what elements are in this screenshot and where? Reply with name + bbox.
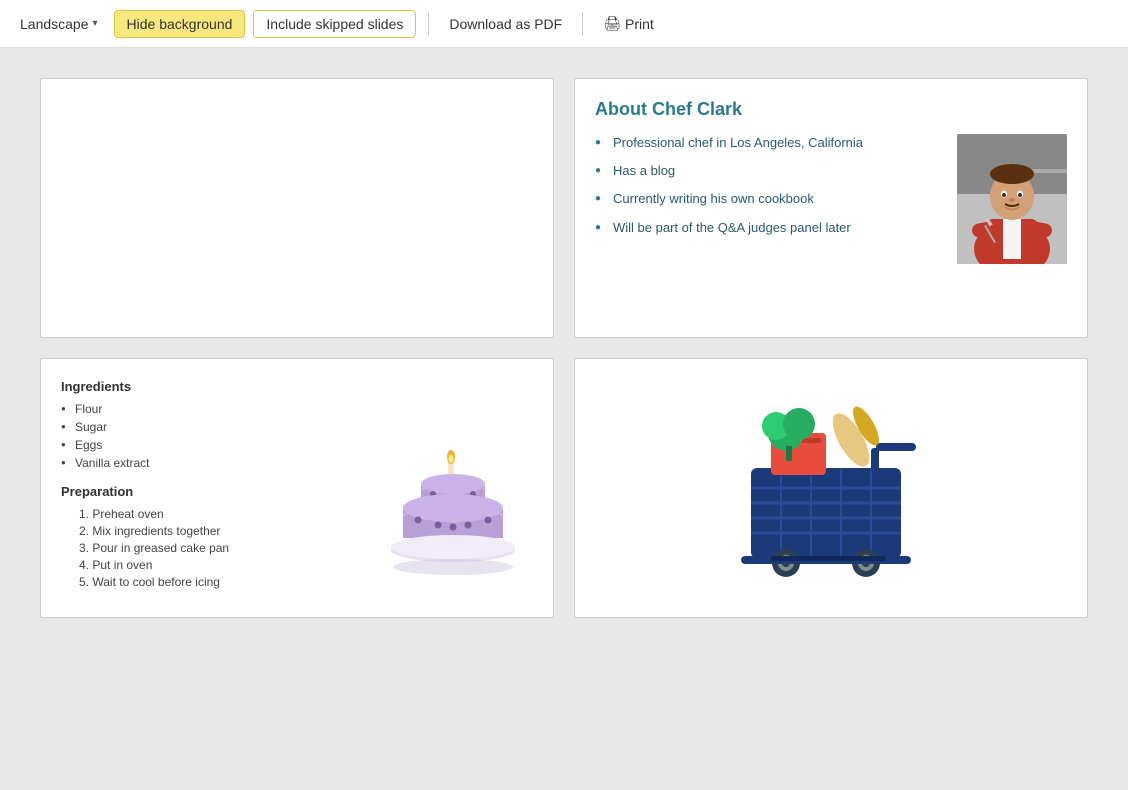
print-label: Print <box>625 16 654 32</box>
slide-4 <box>574 358 1088 618</box>
chevron-down-icon: ▾ <box>93 18 98 29</box>
ingredients-list: Flour Sugar Eggs Vanilla extract <box>61 402 353 470</box>
preparation-list: 1. Preheat oven 2. Mix ingredients toget… <box>61 507 353 589</box>
slide2-bullet-2: Has a blog <box>595 162 941 180</box>
toolbar-divider <box>428 12 429 36</box>
slide-3: Ingredients Flour Sugar Eggs Vanilla ext… <box>40 358 554 618</box>
chef-photo <box>957 134 1067 264</box>
ingredients-title: Ingredients <box>61 379 353 394</box>
toolbar-divider-2 <box>582 12 583 36</box>
step-4: 4. Put in oven <box>61 558 353 572</box>
step-1: 1. Preheat oven <box>61 507 353 521</box>
landscape-dropdown[interactable]: Landscape ▾ <box>12 12 106 36</box>
slide2-bullet-1: Professional chef in Los Angeles, Califo… <box>595 134 941 152</box>
slide2-inner: Professional chef in Los Angeles, Califo… <box>595 134 1067 264</box>
step-5: 5. Wait to cool before icing <box>61 575 353 589</box>
print-button[interactable]: 🖨 Print <box>595 11 662 36</box>
preparation-title: Preparation <box>61 484 353 499</box>
slide2-text: Professional chef in Los Angeles, Califo… <box>595 134 941 264</box>
slide2-bullets: Professional chef in Los Angeles, Califo… <box>595 134 941 237</box>
printer-icon: 🖨 <box>603 15 621 32</box>
step-3: 3. Pour in greased cake pan <box>61 541 353 555</box>
ingredient-1: Flour <box>61 402 353 416</box>
slide3-recipe: Ingredients Flour Sugar Eggs Vanilla ext… <box>61 379 533 592</box>
slide2-title: About Chef Clark <box>595 99 1067 120</box>
toolbar: Landscape ▾ Hide background Include skip… <box>0 0 1128 48</box>
ingredient-4: Vanilla extract <box>61 456 353 470</box>
cake-image <box>373 379 533 592</box>
slides-grid: About Chef Clark Professional chef in Lo… <box>40 78 1088 618</box>
landscape-label: Landscape <box>20 16 89 32</box>
include-skipped-button[interactable]: Include skipped slides <box>253 10 416 38</box>
download-pdf-button[interactable]: Download as PDF <box>441 12 570 36</box>
hide-background-button[interactable]: Hide background <box>114 10 246 38</box>
slide-1 <box>40 78 554 338</box>
slide2-bullet-4: Will be part of the Q&A judges panel lat… <box>595 219 941 237</box>
ingredient-2: Sugar <box>61 420 353 434</box>
main-content: About Chef Clark Professional chef in Lo… <box>0 48 1128 790</box>
ingredient-3: Eggs <box>61 438 353 452</box>
step-2: 2. Mix ingredients together <box>61 524 353 538</box>
recipe-text: Ingredients Flour Sugar Eggs Vanilla ext… <box>61 379 353 592</box>
slide2-bullet-3: Currently writing his own cookbook <box>595 190 941 208</box>
slide-2: About Chef Clark Professional chef in Lo… <box>574 78 1088 338</box>
